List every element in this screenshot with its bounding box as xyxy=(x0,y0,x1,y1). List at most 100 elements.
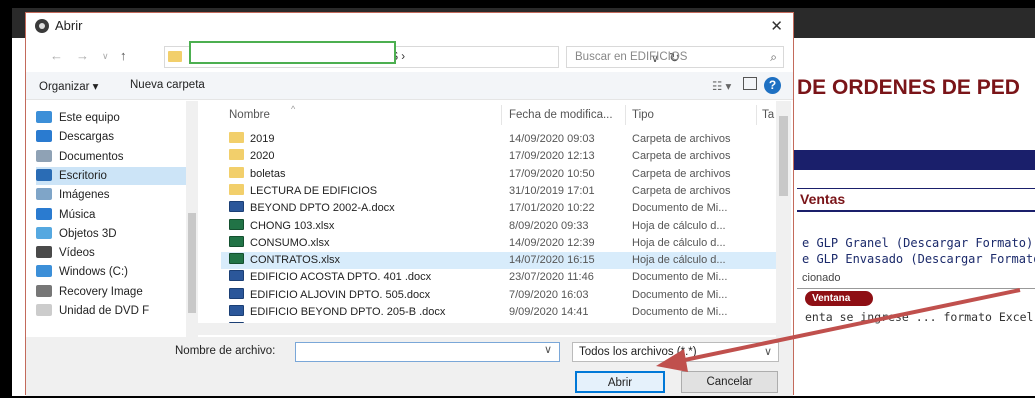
file-scroll-thumb[interactable] xyxy=(779,116,788,196)
column-name[interactable]: Nombre xyxy=(229,109,270,121)
file-name: EDIFICIO ACOSTA DPTO. 401 .docx xyxy=(250,271,432,284)
word-icon xyxy=(229,305,244,316)
close-button[interactable]: ✕ xyxy=(770,17,783,35)
file-row[interactable]: 2020 17/09/2020 12:13 Carpeta de archivos xyxy=(221,148,776,165)
word-icon xyxy=(229,270,244,282)
section-title: Ventas xyxy=(800,191,846,207)
nav-item-label: Descargas xyxy=(59,131,114,144)
file-name-cell: boletas xyxy=(229,166,285,183)
link-envasado[interactable]: e GLP Envasado (Descargar Formato) xyxy=(802,252,1035,266)
file-type: Documento de Mi... xyxy=(632,202,728,215)
nav-item-label: Recovery Image xyxy=(59,285,143,298)
view-options-icon[interactable]: ☷ ▾ xyxy=(712,79,731,93)
file-row[interactable]: CONTRATOS.xlsx 14/07/2020 16:15 Hoja de cá… xyxy=(221,252,776,270)
organize-menu[interactable]: Organizar ▾ xyxy=(39,79,98,93)
navigation-row: ← → ∨ ↑ CIOS › ∨ ↻ Buscar en EDIFICIOS ⌕ xyxy=(26,43,793,71)
preview-pane-icon[interactable] xyxy=(743,77,757,90)
back-icon[interactable]: ← xyxy=(50,48,63,63)
word-icon xyxy=(229,201,244,213)
file-name-cell: BEYOND DPTO 2002-A.docx xyxy=(229,200,395,217)
divider xyxy=(625,105,626,125)
search-input[interactable]: Buscar en EDIFICIOS ⌕ xyxy=(566,46,784,68)
folder-icon xyxy=(229,149,244,161)
nav-item[interactable]: Objetos 3D xyxy=(36,225,186,243)
objects3d-icon xyxy=(36,226,52,239)
nav-item[interactable]: Recovery Image xyxy=(36,283,186,301)
nav-item[interactable]: Vídeos xyxy=(36,244,186,262)
file-name: 2020 xyxy=(250,150,275,163)
dialog-toolbar: Organizar ▾ Nueva carpeta ☷ ▾ ? xyxy=(26,72,793,100)
nav-item[interactable]: Descargas xyxy=(36,128,186,146)
file-row[interactable]: BEYOND DPTO 2002-A.docx 17/01/2020 10:22 D… xyxy=(221,200,776,217)
filename-input[interactable] xyxy=(295,342,560,362)
file-row[interactable]: LECTURA DE EDIFICIOS 31/10/2019 17:01 Carp… xyxy=(221,183,776,200)
forward-icon[interactable]: → xyxy=(76,48,89,63)
file-name-cell: EDIFICIO BEYOND DPTO. 205-B .docx xyxy=(229,304,445,321)
new-folder-button[interactable]: Nueva carpeta xyxy=(130,79,205,91)
help-icon[interactable]: ? xyxy=(764,77,781,94)
nav-item-label: Imágenes xyxy=(59,189,110,202)
horizontal-scrollbar[interactable] xyxy=(196,323,776,335)
file-name-cell: CONTRATOS.xlsx xyxy=(229,252,340,269)
file-row[interactable]: boletas 17/09/2020 10:50 Carpeta de archiv… xyxy=(221,166,776,183)
file-date: 17/09/2020 10:50 xyxy=(509,167,595,180)
column-size[interactable]: Ta xyxy=(762,109,774,121)
file-name: BEYOND DPTO 2002-A.docx xyxy=(250,202,395,215)
file-type: Carpeta de archivos xyxy=(632,167,731,180)
nav-scroll-thumb[interactable] xyxy=(188,213,196,313)
file-date: 14/09/2020 12:39 xyxy=(509,236,595,249)
file-date: 14/09/2020 09:03 xyxy=(509,133,595,145)
nav-scrollbar[interactable] xyxy=(186,101,198,337)
folder-icon xyxy=(229,183,244,195)
filename-label: Nombre de archivo: xyxy=(175,345,276,357)
file-row[interactable]: 2019 14/09/2020 09:03 Carpeta de archivos xyxy=(221,131,776,148)
pictures-icon xyxy=(36,188,52,201)
dialog-title: Abrir xyxy=(55,18,83,33)
search-icon: ⌕ xyxy=(770,50,777,64)
selected-text: cionado xyxy=(802,272,841,284)
recent-chevron-icon[interactable]: ∨ xyxy=(102,51,109,62)
file-type: Documento de Mi... xyxy=(632,306,728,318)
chevron-down-icon[interactable]: ∨ xyxy=(544,343,552,356)
file-name: CHONG 103.xlsx xyxy=(250,219,335,232)
app-icon xyxy=(35,19,49,33)
desktop-icon xyxy=(36,168,52,181)
nav-item[interactable]: Escritorio xyxy=(36,166,186,185)
nav-item[interactable]: Este equipo xyxy=(36,109,186,127)
dialog-titlebar: Abrir ✕ xyxy=(26,13,793,41)
nav-item[interactable]: Música xyxy=(36,206,186,224)
divider xyxy=(501,105,502,125)
nav-item[interactable]: Imágenes xyxy=(36,186,186,204)
file-name-cell: LECTURA DE EDIFICIOS xyxy=(229,183,377,200)
file-type: Hoja de cálculo d... xyxy=(632,236,726,249)
folder-icon xyxy=(168,51,182,62)
navigation-pane: Este equipo Descargas Documentos Escritorio… xyxy=(26,101,196,321)
file-type: Carpeta de archivos xyxy=(632,150,731,163)
column-date[interactable]: Fecha de modifica... xyxy=(509,109,613,121)
divider xyxy=(797,210,1035,212)
file-name-cell: EDIFICIO ACOSTA DPTO. 401 .docx xyxy=(229,269,431,286)
file-name-cell: 2019 xyxy=(229,131,274,148)
file-type: Hoja de cálculo d... xyxy=(632,254,726,267)
file-row[interactable]: EDIFICIO ALJOVIN DPTO. 505.docx 7/09/2020… xyxy=(221,287,776,304)
file-row[interactable]: EDIFICIO ACOSTA DPTO. 401 .docx 23/07/202… xyxy=(221,269,776,286)
nav-item[interactable]: Documentos xyxy=(36,148,186,166)
file-type: Carpeta de archivos xyxy=(632,184,731,197)
file-list-scrollbar[interactable] xyxy=(776,101,791,337)
up-icon[interactable]: ↑ xyxy=(120,48,127,63)
open-button[interactable]: Abrir xyxy=(575,371,665,393)
file-type-filter[interactable]: Todos los archivos (*.*) ∨ xyxy=(572,342,779,362)
link-granel[interactable]: e GLP Granel (Descargar Formato) xyxy=(802,236,1033,250)
column-type[interactable]: Tipo xyxy=(632,109,654,121)
nav-item[interactable]: Unidad de DVD F xyxy=(36,302,186,320)
excel-icon xyxy=(229,218,244,230)
file-row[interactable]: CHONG 103.xlsx 8/09/2020 09:33 Hoja de cál… xyxy=(221,218,776,235)
sort-arrow-icon: ^ xyxy=(291,104,296,114)
file-row[interactable]: CONSUMO.xlsx 14/09/2020 12:39 Hoja de cálc… xyxy=(221,235,776,252)
music-icon xyxy=(36,207,52,220)
file-date: 8/09/2020 09:33 xyxy=(509,219,589,232)
ventana-button[interactable]: Ventana xyxy=(805,291,873,306)
nav-item[interactable]: Windows (C:) xyxy=(36,263,186,281)
cancel-button[interactable]: Cancelar xyxy=(681,371,778,393)
file-row[interactable]: EDIFICIO BEYOND DPTO. 205-B .docx 9/09/20… xyxy=(221,304,776,321)
